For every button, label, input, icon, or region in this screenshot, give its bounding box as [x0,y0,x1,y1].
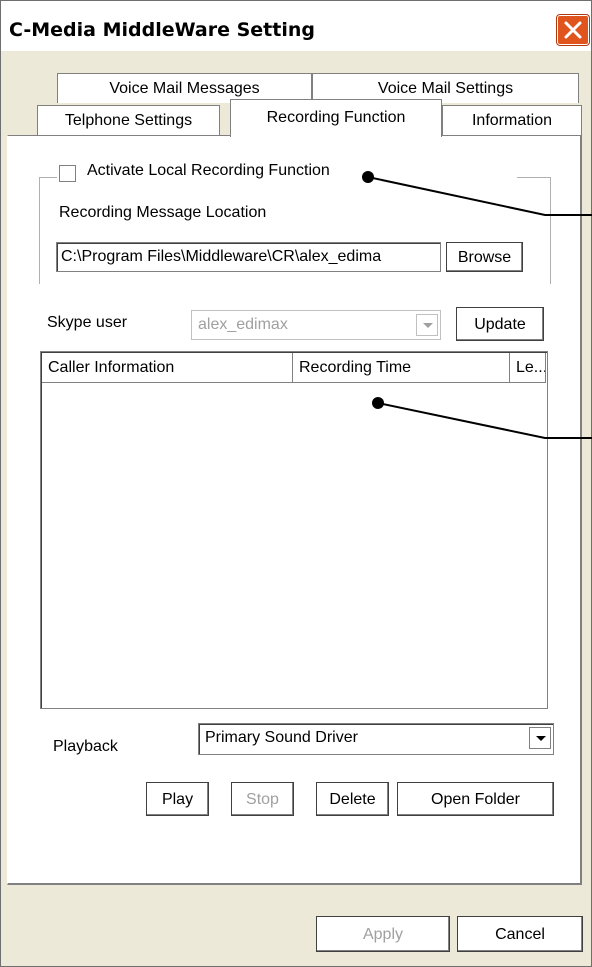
tab-recording-function[interactable]: Recording Function [230,99,442,137]
callout-lines [362,171,592,439]
callout-recording [362,171,592,216]
callout-list [372,397,592,439]
